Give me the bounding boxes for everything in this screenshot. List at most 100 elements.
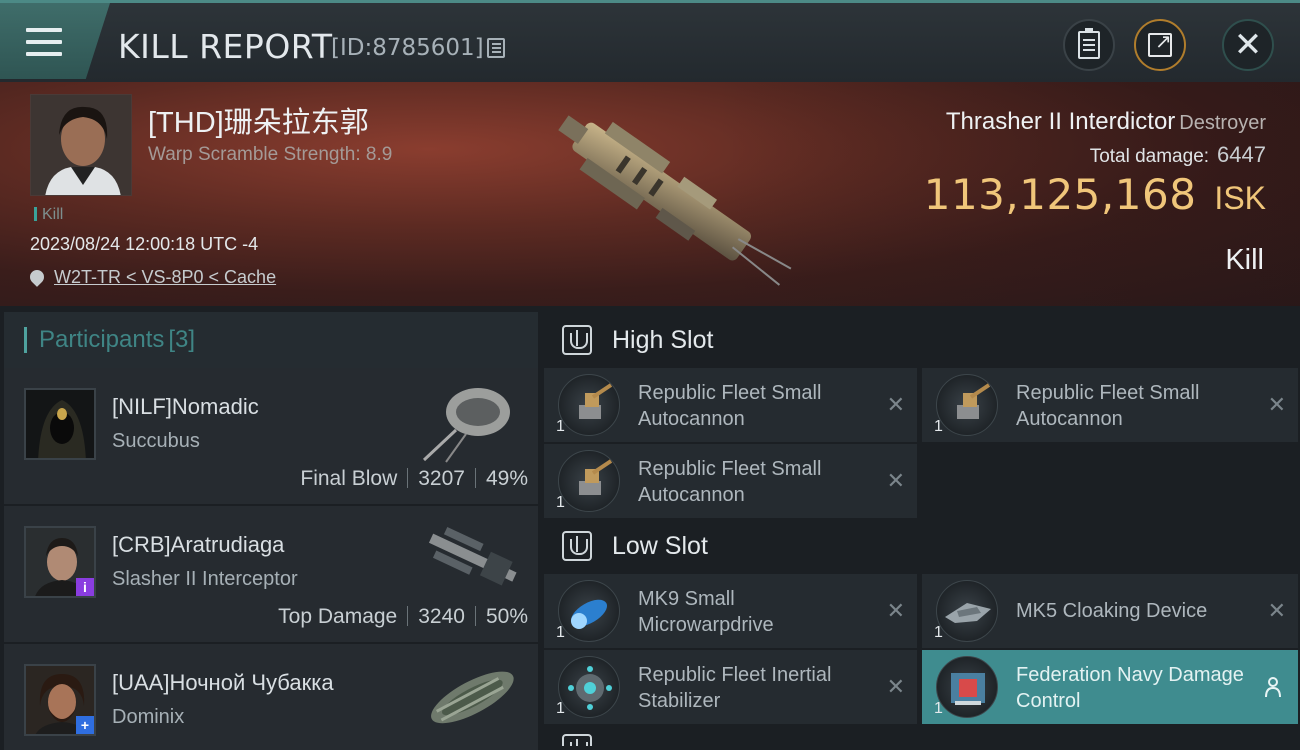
participants-label: Participants [39,326,165,353]
module-quantity: 1 [934,700,943,717]
module-name: Republic Fleet Inertial Stabilizer [638,664,832,712]
participant-name: [UAA]Ночной Чубакка [112,670,334,695]
destroyed-x-icon: ✕ [886,598,905,623]
share-button[interactable] [1134,19,1186,71]
location-pin-icon [27,267,47,287]
module-quantity: 1 [934,624,943,641]
cloaking-device-icon [936,580,998,642]
damage-control-icon [936,656,998,718]
participant-avatar[interactable] [24,388,96,460]
isk-value: 113,125,168 [923,170,1197,219]
warp-scramble-strength: Warp Scramble Strength: 8.9 [148,144,393,165]
autocannon-icon [936,374,998,436]
stat-divider [407,468,409,488]
person-icon [1265,677,1281,698]
menu-tab[interactable] [0,3,110,79]
participant-card[interactable]: i [CRB]Aratrudiaga Slasher II Intercepto… [4,506,538,642]
ship-name-row: Thrasher II Interdictor Destroyer [946,108,1266,136]
participant-avatar[interactable]: i [24,526,96,598]
autocannon-icon [558,450,620,512]
kill-timestamp: 2023/08/24 12:00:18 UTC -4 [30,234,259,254]
high-slot-title: High Slot [612,325,714,354]
participant-damage: 3207 [418,467,465,490]
total-damage-value: 6447 [1217,142,1266,167]
destroyed-x-icon: ✕ [886,392,905,417]
destroyed-x-icon: ✕ [1267,392,1286,417]
participant-name: [NILF]Nomadic [112,394,259,419]
participant-name: [CRB]Aratrudiaga [112,532,285,557]
destroyed-x-icon: ✕ [886,468,905,493]
module-card[interactable]: 1 Republic Fleet Small Autocannon ✕ [544,368,917,442]
destroyed-x-icon: ✕ [1267,598,1286,623]
plus-badge-icon: + [76,716,94,734]
participant-ship: Succubus [112,430,200,452]
autocannon-icon [558,374,620,436]
dominix-ship-image [431,671,514,724]
module-quantity: 1 [556,700,565,717]
low-slot-header: Low Slot [544,518,1300,574]
destroyed-x-icon: ✕ [886,674,905,699]
participant-card[interactable]: + [UAA]Ночной Чубакка Dominix [4,644,538,750]
close-icon: ✕ [1233,26,1263,64]
module-card[interactable]: 1 Republic Fleet Small Autocannon ✕ [544,444,917,518]
module-name: MK9 Small Microwarpdrive [638,588,774,636]
module-card[interactable]: 1 MK5 Cloaking Device ✕ [922,574,1298,648]
participant-role: Final Blow [300,467,398,490]
module-name: Republic Fleet Small Autocannon [1016,382,1200,430]
clipboard-icon [1078,28,1100,59]
microwarpdrive-icon [558,580,620,642]
page-title: KILL REPORT [118,27,333,66]
participants-count: [3] [168,326,196,353]
clipboard-button[interactable] [1063,19,1115,71]
participants-panel: Participants [3] [NILF]Nomadic Succubus … [4,312,538,750]
module-quantity: 1 [556,624,565,641]
module-card-dropped[interactable]: 1 Federation Navy Damage Control [922,650,1298,724]
participant-card[interactable]: [NILF]Nomadic Succubus Final Blow 3207 49% [4,368,538,504]
participant-stats: Top Damage 3240 50% [278,605,528,629]
participant-role: Top Damage [278,605,398,628]
header-accent-bar [24,327,27,353]
module-card[interactable]: 1 Republic Fleet Inertial Stabilizer ✕ [544,650,917,724]
module-name: Republic Fleet Small Autocannon [638,458,822,506]
inertial-stabilizer-icon [558,656,620,718]
mid-slot-icon [562,734,592,746]
location-row: W2T-TR < VS-8P0 < Cache [27,267,276,288]
low-slot-icon [562,531,592,561]
ship-class: Destroyer [1179,112,1266,134]
close-button[interactable]: ✕ [1222,19,1274,71]
next-slot-header-partial [544,724,1300,746]
succubus-ship-image [422,388,510,463]
location-link[interactable]: W2T-TR < VS-8P0 < Cache [54,267,276,287]
stat-divider [474,468,476,488]
module-quantity: 1 [556,418,565,435]
low-slot-title: Low Slot [612,531,708,560]
total-damage-label: Total damage: [1089,146,1210,167]
stat-divider [474,606,476,626]
victim-summary: [THD]珊朵拉东郭 Warp Scramble Strength: 8.9 K… [0,82,1300,306]
result-label: Kill [1225,244,1264,276]
module-name: Federation Navy Damage Control [1016,664,1244,712]
participant-percent: 50% [485,605,528,628]
module-name: Republic Fleet Small Autocannon [638,382,822,430]
module-card[interactable]: 1 MK9 Small Microwarpdrive ✕ [544,574,917,648]
top-bar: KILL REPORT [ID:8785601] ✕ [0,0,1300,82]
victim-avatar[interactable] [30,94,132,196]
slasher-ship-image [428,526,517,586]
victim-name: [THD]珊朵拉东郭 [148,107,369,139]
low-slot-grid: 1 MK9 Small Microwarpdrive ✕ 1 MK5 Cloak… [544,574,1300,724]
module-card[interactable]: 1 Republic Fleet Small Autocannon ✕ [922,368,1298,442]
participant-damage: 3240 [418,605,465,628]
participant-ship: Slasher II Interceptor [112,568,298,590]
high-slot-header: High Slot [544,312,1300,368]
hooded-portrait-image [26,390,94,458]
hamburger-menu-icon[interactable] [26,28,62,56]
total-damage-row: Total damage: 6447 [1090,142,1266,168]
victim-ship-image [558,115,792,286]
participant-avatar[interactable]: + [24,664,96,736]
ship-name: Thrasher II Interdictor [945,108,1176,135]
stat-divider [407,606,409,626]
high-slot-grid: 1 Republic Fleet Small Autocannon ✕ 1 Re… [544,368,1300,518]
participant-ship: Dominix [112,706,185,728]
share-icon [1148,29,1172,57]
copy-icon[interactable] [487,38,505,58]
